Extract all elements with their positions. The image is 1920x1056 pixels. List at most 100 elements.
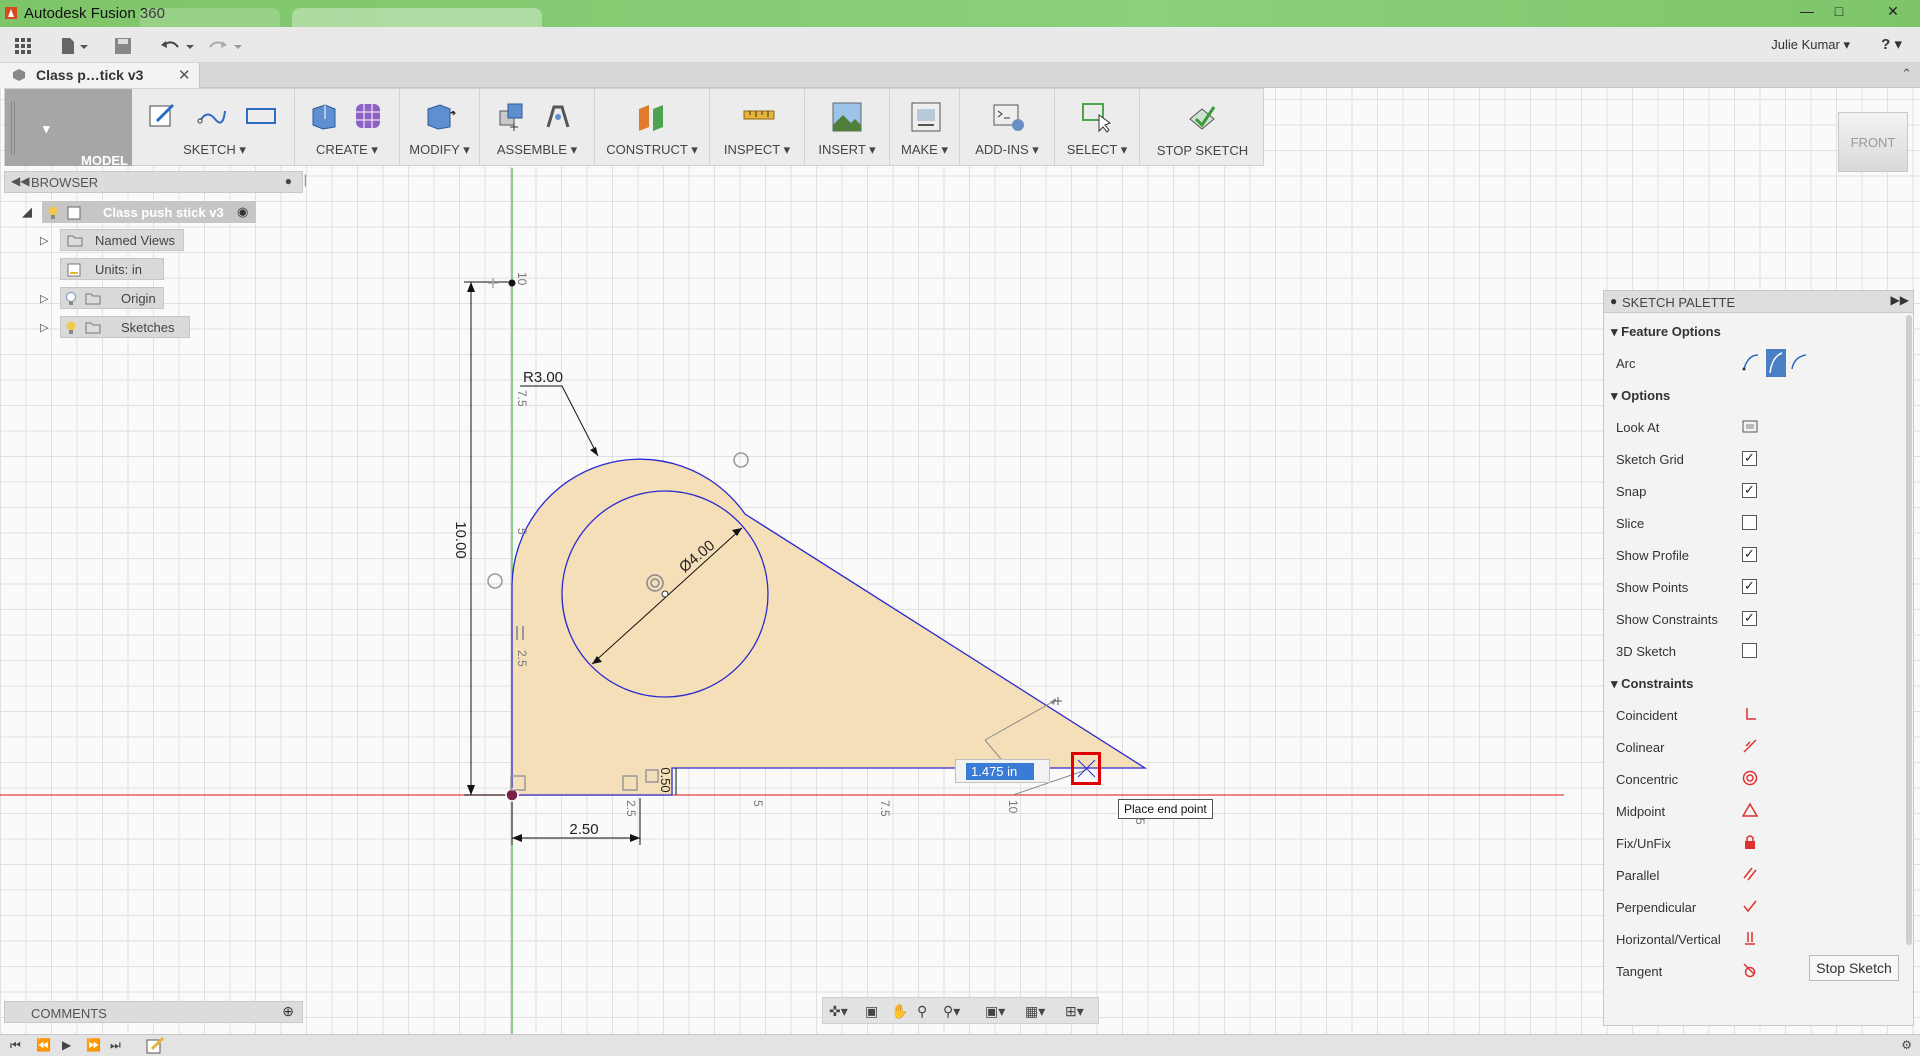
timeline-play-icon[interactable]: ▶ xyxy=(62,1038,71,1052)
endpoint-highlight-box[interactable] xyxy=(1071,752,1101,785)
look-at-icon[interactable]: ▣ xyxy=(865,1003,878,1020)
look-at-icon[interactable] xyxy=(1742,418,1758,434)
browser-item-units[interactable]: Units: in xyxy=(60,258,164,280)
help-menu[interactable]: ? ▾ xyxy=(1881,35,1902,53)
joint-icon[interactable] xyxy=(542,101,574,133)
tangent-arc-icon[interactable] xyxy=(1790,351,1808,373)
3d-print-icon[interactable] xyxy=(910,101,942,133)
sketch-grid-checkbox[interactable]: ✓ xyxy=(1742,451,1757,466)
modify-menu-label[interactable]: MODIFY ▾ xyxy=(400,142,479,158)
add-ins-menu-label[interactable]: ADD-INS ▾ xyxy=(960,142,1054,158)
create-menu-label[interactable]: CREATE ▾ xyxy=(295,142,399,158)
browser-item-origin[interactable]: Origin xyxy=(60,287,164,309)
midpoint-icon[interactable] xyxy=(1742,802,1758,818)
parallel-icon[interactable] xyxy=(1742,866,1758,882)
press-pull-icon[interactable] xyxy=(424,101,456,131)
comments-panel[interactable]: COMMENTS ⊕ xyxy=(4,1001,303,1023)
browser-resize-handle[interactable]: | xyxy=(304,172,307,187)
visibility-bulb-icon[interactable] xyxy=(65,321,77,335)
stop-sketch-label[interactable]: STOP SKETCH xyxy=(1140,143,1265,158)
document-tab[interactable]: Class p…tick v3 ✕ xyxy=(0,63,200,88)
insert-group[interactable]: INSERT ▾ xyxy=(805,89,890,166)
insert-menu-label[interactable]: INSERT ▾ xyxy=(805,142,889,158)
height-dimension-text[interactable]: 10.00 xyxy=(452,521,469,559)
tangent-icon[interactable] xyxy=(1742,962,1758,978)
show-constraints-checkbox[interactable]: ✓ xyxy=(1742,611,1757,626)
timeline-start-icon[interactable]: ⏮ xyxy=(10,1038,21,1053)
inspect-group[interactable]: INSPECT ▾ xyxy=(710,89,805,166)
expand-sketches-icon[interactable]: ▷ xyxy=(40,321,48,334)
palette-options-icon[interactable]: ● xyxy=(1610,294,1617,308)
perpendicular-icon[interactable] xyxy=(1742,898,1758,914)
select-menu-label[interactable]: SELECT ▾ xyxy=(1055,142,1139,158)
fit-icon[interactable]: ⚲▾ xyxy=(943,1003,960,1020)
coincident-constraint-icon[interactable] xyxy=(488,278,498,288)
top-endpoint[interactable] xyxy=(508,279,516,287)
stop-sketch-icon[interactable] xyxy=(1186,101,1218,133)
select-cursor-icon[interactable] xyxy=(1081,101,1113,133)
concentric-icon[interactable] xyxy=(1742,770,1758,786)
workspace-switcher[interactable]: MODEL ▾ xyxy=(5,89,132,168)
form-icon[interactable] xyxy=(353,101,385,133)
app-grid-icon[interactable] xyxy=(14,36,32,56)
browser-root-item[interactable]: Class push stick v3 ◉ xyxy=(42,201,256,223)
insert-image-icon[interactable] xyxy=(831,101,863,133)
feature-options-header[interactable]: ▾ Feature Options xyxy=(1611,324,1721,340)
file-menu-icon[interactable] xyxy=(60,36,90,56)
slice-checkbox[interactable] xyxy=(1742,515,1757,530)
tangent-constraint-icon[interactable] xyxy=(733,452,749,468)
grid-settings-icon[interactable]: ▦▾ xyxy=(1025,1003,1045,1020)
collapse-icon[interactable]: ⌃ xyxy=(1901,66,1912,82)
timeline-back-icon[interactable]: ⏪ xyxy=(36,1038,51,1052)
palette-scrollbar[interactable] xyxy=(1906,315,1912,945)
constraints-header[interactable]: ▾ Constraints xyxy=(1611,676,1693,692)
rectangle-tool-icon[interactable] xyxy=(245,101,277,131)
create-sketch-icon[interactable] xyxy=(147,101,177,131)
orbit-icon[interactable]: ✜▾ xyxy=(829,1003,848,1020)
zoom-icon[interactable]: ⚲ xyxy=(917,1003,927,1020)
coincident-icon[interactable] xyxy=(1742,706,1758,722)
measure-icon[interactable] xyxy=(742,101,776,131)
horizontal-vertical-icon[interactable] xyxy=(1742,930,1758,946)
view-cube[interactable]: FRONT xyxy=(1838,112,1908,172)
timeline-end-icon[interactable]: ⏭ xyxy=(110,1038,121,1053)
redo-icon[interactable] xyxy=(208,36,244,56)
radius-dimension-text[interactable]: R3.00 xyxy=(523,369,563,386)
add-ins-group[interactable]: ADD-INS ▾ xyxy=(960,89,1055,166)
3d-sketch-checkbox[interactable] xyxy=(1742,643,1757,658)
three-point-arc-icon[interactable] xyxy=(1742,351,1760,373)
scripts-addins-icon[interactable] xyxy=(992,101,1026,133)
origin-point[interactable] xyxy=(505,788,519,802)
user-menu[interactable]: Julie Kumar ▾ xyxy=(1771,37,1850,53)
collapse-browser-icon[interactable]: ◀◀ xyxy=(11,174,29,188)
line-tool-icon[interactable] xyxy=(197,101,227,131)
lock-icon[interactable] xyxy=(1742,834,1758,850)
browser-options-icon[interactable]: ● xyxy=(285,174,292,188)
snap-checkbox[interactable]: ✓ xyxy=(1742,483,1757,498)
create-group[interactable]: CREATE ▾ xyxy=(295,89,400,166)
show-points-checkbox[interactable]: ✓ xyxy=(1742,579,1757,594)
save-icon[interactable] xyxy=(114,36,132,56)
add-comment-icon[interactable]: ⊕ xyxy=(282,1003,294,1020)
undo-icon[interactable] xyxy=(160,36,196,56)
sketch-group[interactable]: SKETCH ▾ xyxy=(135,89,295,166)
make-group[interactable]: MAKE ▾ xyxy=(890,89,960,166)
visibility-bulb-off-icon[interactable] xyxy=(65,292,77,306)
close-tab-icon[interactable]: ✕ xyxy=(178,66,191,84)
viewports-icon[interactable]: ⊞▾ xyxy=(1065,1003,1084,1020)
pan-icon[interactable]: ✋ xyxy=(891,1003,908,1020)
close-button[interactable]: ✕ xyxy=(1868,0,1918,22)
stop-sketch-group[interactable]: STOP SKETCH xyxy=(1140,89,1265,166)
minimize-button[interactable]: — xyxy=(1790,0,1824,22)
visibility-bulb-icon[interactable] xyxy=(47,206,59,220)
timeline-forward-icon[interactable]: ⏩ xyxy=(86,1038,101,1052)
select-group[interactable]: SELECT ▾ xyxy=(1055,89,1140,166)
extrude-icon[interactable] xyxy=(309,101,339,131)
show-profile-checkbox[interactable]: ✓ xyxy=(1742,547,1757,562)
browser-item-sketches[interactable]: Sketches xyxy=(60,316,190,338)
expand-palette-icon[interactable]: ▶▶ xyxy=(1891,293,1909,307)
step-dimension-text[interactable]: 0.50 xyxy=(658,767,673,792)
construct-group[interactable]: CONSTRUCT ▾ xyxy=(595,89,710,166)
modify-group[interactable]: MODIFY ▾ xyxy=(400,89,480,166)
expand-named-views-icon[interactable]: ▷ xyxy=(40,234,48,247)
